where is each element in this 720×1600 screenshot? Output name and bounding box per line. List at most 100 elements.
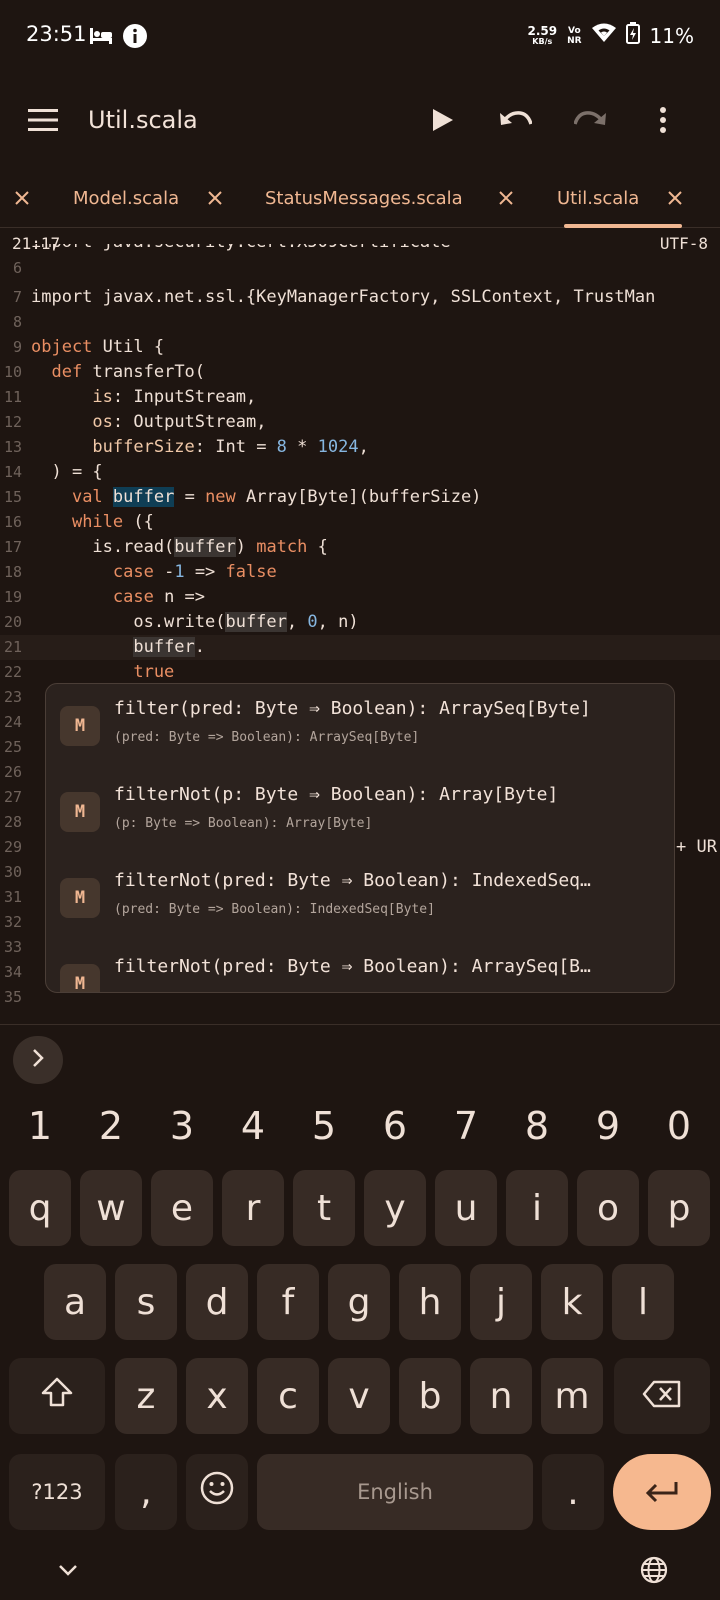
period-key[interactable]: .: [542, 1454, 604, 1530]
key-e[interactable]: e: [151, 1170, 213, 1246]
completion-item[interactable]: M filterNot(pred: Byte ⇒ Boolean): Index…: [46, 856, 674, 944]
key-4[interactable]: 4: [223, 1104, 283, 1148]
code-line: 18 case -1 => false: [3, 562, 277, 582]
bed-icon: [90, 28, 112, 49]
key-d[interactable]: d: [186, 1264, 248, 1340]
key-1[interactable]: 1: [10, 1104, 70, 1148]
symbols-key[interactable]: ?123: [9, 1454, 105, 1530]
editor-info-bar: 21:17 UTF-8: [0, 234, 720, 256]
tab-model-scala[interactable]: Model.scala: [73, 188, 179, 209]
backspace-key[interactable]: [614, 1358, 710, 1434]
method-kind-icon: M: [60, 878, 100, 918]
menu-button[interactable]: [23, 102, 63, 142]
key-f[interactable]: f: [257, 1264, 319, 1340]
code-line: 13 bufferSize: Int = 8 * 1024,: [3, 437, 369, 457]
file-tabs: Model.scala StatusMessages.scala Util.sc…: [0, 172, 720, 228]
code-line: 20 os.write(buffer, 0, n): [3, 612, 359, 632]
method-kind-icon: M: [60, 792, 100, 832]
completion-signature: filterNot(pred: Byte ⇒ Boolean): Indexed…: [114, 870, 591, 891]
key-l[interactable]: l: [612, 1264, 674, 1340]
code-line: 6: [12, 259, 22, 277]
completion-item[interactable]: M filter(pred: Byte ⇒ Boolean): ArraySeq…: [46, 684, 674, 772]
completion-item[interactable]: M filterNot(pred: Byte ⇒ Boolean): Array…: [46, 942, 674, 992]
run-button[interactable]: [423, 102, 463, 142]
completion-detail: (pred: Byte => Boolean): ArraySeq[Byte]: [114, 730, 420, 745]
close-tab-icon[interactable]: [10, 186, 34, 210]
key-y[interactable]: y: [364, 1170, 426, 1246]
globe-icon: [640, 1556, 668, 1589]
key-c[interactable]: c: [257, 1358, 319, 1434]
key-m[interactable]: m: [541, 1358, 603, 1434]
key-2[interactable]: 2: [81, 1104, 141, 1148]
file-encoding[interactable]: UTF-8: [660, 234, 708, 253]
key-i[interactable]: i: [506, 1170, 568, 1246]
code-line: 14 ) = {: [3, 462, 103, 482]
key-u[interactable]: u: [435, 1170, 497, 1246]
key-3[interactable]: 3: [152, 1104, 212, 1148]
key-0[interactable]: 0: [649, 1104, 709, 1148]
key-j[interactable]: j: [470, 1264, 532, 1340]
method-kind-icon: M: [60, 706, 100, 746]
code-line: 8: [12, 313, 22, 331]
key-q[interactable]: q: [9, 1170, 71, 1246]
space-key[interactable]: English: [257, 1454, 533, 1530]
key-6[interactable]: 6: [365, 1104, 425, 1148]
app-title: Util.scala: [88, 106, 198, 134]
hide-keyboard-button[interactable]: [48, 1552, 88, 1592]
key-9[interactable]: 9: [578, 1104, 638, 1148]
chevron-down-icon: [58, 1563, 78, 1581]
key-v[interactable]: v: [328, 1358, 390, 1434]
undo-button[interactable]: [496, 102, 536, 142]
wifi-icon: [591, 23, 616, 48]
tab-status-messages-scala[interactable]: StatusMessages.scala: [265, 188, 463, 209]
key-h[interactable]: h: [399, 1264, 461, 1340]
play-icon: [433, 108, 453, 136]
enter-icon: [645, 1472, 679, 1513]
code-line: 9 object Util {: [12, 337, 165, 357]
completion-signature: filter(pred: Byte ⇒ Boolean): ArraySeq[B…: [114, 698, 591, 719]
key-k[interactable]: k: [541, 1264, 603, 1340]
key-w[interactable]: w: [80, 1170, 142, 1246]
code-line: 12 os: OutputStream,: [3, 412, 267, 432]
emoji-icon: [200, 1471, 234, 1514]
completion-item[interactable]: M filterNot(p: Byte ⇒ Boolean): Array[By…: [46, 770, 674, 858]
redo-button[interactable]: [570, 102, 610, 142]
close-tab-icon[interactable]: [663, 186, 687, 210]
key-5[interactable]: 5: [294, 1104, 354, 1148]
key-z[interactable]: z: [115, 1358, 177, 1434]
comma-key[interactable]: ,: [115, 1454, 177, 1530]
status-bar: 23:51 2.59 KB/s Vo NR 11%: [0, 0, 720, 72]
more-vert-icon: [660, 106, 666, 138]
key-r[interactable]: r: [222, 1170, 284, 1246]
enter-key[interactable]: [613, 1454, 711, 1530]
completion-signature: filterNot(pred: Byte ⇒ Boolean): ArraySe…: [114, 956, 591, 977]
key-x[interactable]: x: [186, 1358, 248, 1434]
key-b[interactable]: b: [399, 1358, 461, 1434]
code-line: 17 is.read(buffer) match {: [3, 537, 328, 557]
key-8[interactable]: 8: [507, 1104, 567, 1148]
battery-icon: [625, 22, 640, 49]
key-a[interactable]: a: [44, 1264, 106, 1340]
code-line: 10 def transferTo(: [3, 362, 206, 382]
active-tab-indicator: [564, 224, 682, 228]
close-tab-icon[interactable]: [494, 186, 518, 210]
tab-util-scala[interactable]: Util.scala: [557, 188, 639, 209]
key-7[interactable]: 7: [436, 1104, 496, 1148]
undo-icon: [500, 110, 533, 135]
code-line: 11 is: InputStream,: [3, 387, 257, 407]
key-n[interactable]: n: [470, 1358, 532, 1434]
key-s[interactable]: s: [115, 1264, 177, 1340]
key-o[interactable]: o: [577, 1170, 639, 1246]
key-g[interactable]: g: [328, 1264, 390, 1340]
close-tab-icon[interactable]: [203, 186, 227, 210]
expand-toolbar-button[interactable]: [13, 1036, 63, 1084]
shift-key[interactable]: [9, 1358, 105, 1434]
emoji-key[interactable]: [186, 1454, 248, 1530]
cursor-position: 21:17: [12, 234, 61, 253]
key-t[interactable]: t: [293, 1170, 355, 1246]
code-line: 22 true: [3, 662, 175, 682]
key-p[interactable]: p: [648, 1170, 710, 1246]
more-options-button[interactable]: [643, 102, 683, 142]
language-switch-button[interactable]: [634, 1552, 674, 1592]
completion-detail: (pred: Byte => Boolean): IndexedSeq[Byte…: [114, 902, 435, 917]
